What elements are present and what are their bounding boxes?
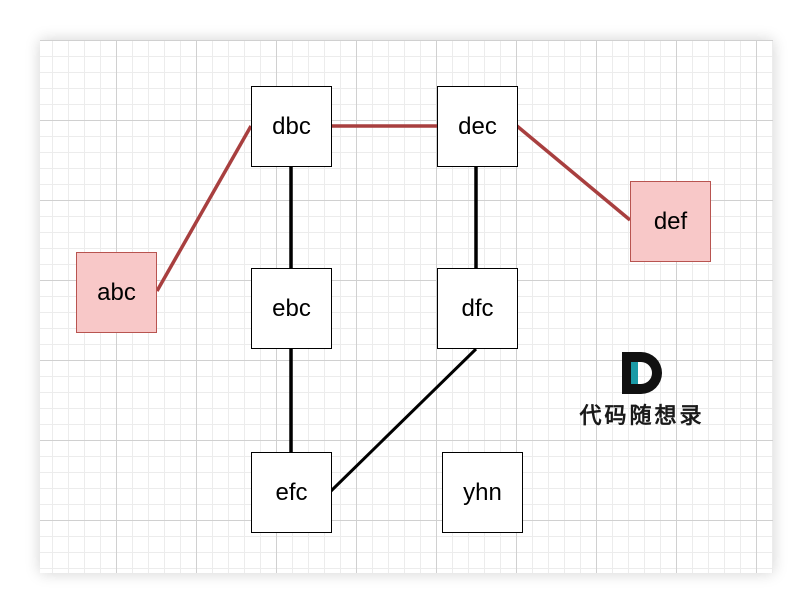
node-efc[interactable]: efc <box>251 452 332 533</box>
edge-abc-dbc <box>155 125 253 292</box>
node-yhn[interactable]: yhn <box>442 452 523 533</box>
node-label: ebc <box>272 294 311 322</box>
node-dfc[interactable]: dfc <box>437 268 518 349</box>
logo-text: 代码随想录 <box>579 403 705 429</box>
edge-dec-def <box>515 124 632 222</box>
node-def[interactable]: def <box>630 181 711 262</box>
node-label: efc <box>275 478 308 506</box>
watermark-logo: 代码随想录 <box>572 352 712 432</box>
node-label: abc <box>97 278 136 306</box>
node-ebc[interactable]: ebc <box>251 268 332 349</box>
node-abc[interactable]: abc <box>76 252 157 333</box>
node-label: def <box>653 207 688 235</box>
node-dbc[interactable]: dbc <box>251 86 332 167</box>
node-label: dbc <box>272 112 311 140</box>
node-label: yhn <box>463 478 502 506</box>
node-dec[interactable]: dec <box>437 86 518 167</box>
node-label: dfc <box>461 294 494 322</box>
node-label: dec <box>458 112 497 140</box>
logo-d-icon <box>622 352 662 394</box>
